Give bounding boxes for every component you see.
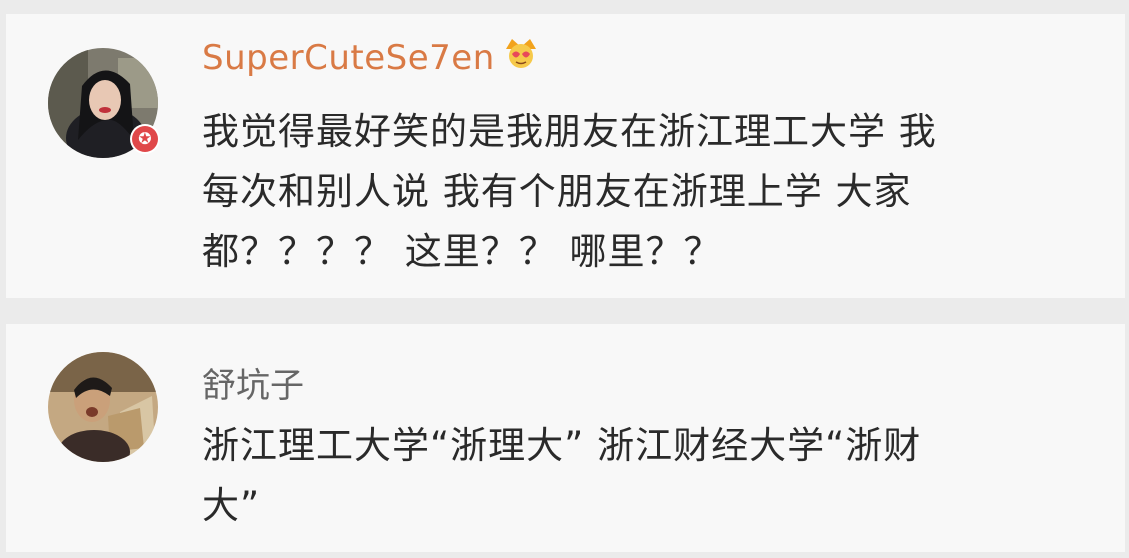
comment-card: 舒坑子 浙江理工大学“浙理大” 浙江财经大学“浙财 大” [6,324,1125,552]
crown-emoji-icon [503,35,539,78]
username[interactable]: 舒坑子 [202,358,304,407]
comment-text: 我觉得最好笑的是我朋友在浙江理工大学 我 每次和别人说 我有个朋友在浙理上学 大… [202,110,937,273]
comment-card: ✪ SuperCuteSe7en 我觉得最好笑的是我朋友在浙江理工大学 我 每次… [6,14,1125,298]
comment-text: 浙江理工大学“浙理大” 浙江财经大学“浙财 大” [202,424,922,527]
username[interactable]: SuperCuteSe7en [202,38,539,78]
username-text: SuperCuteSe7en [202,38,495,78]
comment-feed: ✪ SuperCuteSe7en 我觉得最好笑的是我朋友在浙江理工大学 我 每次… [0,0,1129,558]
username-text: 舒坑子 [202,366,304,406]
avatar[interactable] [48,352,158,462]
star-badge-icon: ✪ [130,124,160,154]
